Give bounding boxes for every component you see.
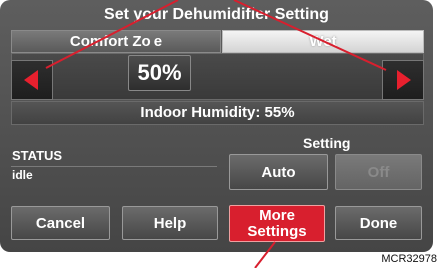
auto-button[interactable]: Auto (229, 154, 328, 190)
more-settings-line2: Settings (247, 223, 307, 240)
help-button[interactable]: Help (122, 206, 218, 240)
left-arrow-icon (24, 70, 38, 90)
decrease-button[interactable] (11, 60, 53, 100)
more-settings-line1: More (259, 207, 295, 224)
page-title: Set your Dehumidifier Setting (104, 6, 329, 23)
status-heading: STATUS (12, 148, 63, 163)
done-button[interactable]: Done (335, 206, 422, 240)
tab-comfort-zone[interactable]: Comfort Zo e (11, 30, 221, 53)
off-button[interactable]: Off (335, 154, 422, 190)
setpoint-panel (11, 53, 424, 100)
setting-heading: Setting (303, 135, 351, 151)
right-arrow-icon (397, 70, 411, 90)
thermostat-screen: Set your Dehumidifier Setting Comfort Zo… (0, 0, 433, 252)
increase-button[interactable] (382, 60, 424, 100)
figure-caption: MCR32978 (381, 253, 437, 265)
more-settings-button[interactable]: More Settings (229, 205, 325, 242)
cancel-button[interactable]: Cancel (11, 206, 110, 240)
setpoint-value: 50% (128, 55, 191, 91)
status-divider (11, 166, 217, 167)
indoor-humidity-bar: Indoor Humidity: 55% (11, 101, 424, 125)
status-value: idle (12, 168, 33, 182)
tab-wet[interactable]: Wet (222, 30, 424, 53)
